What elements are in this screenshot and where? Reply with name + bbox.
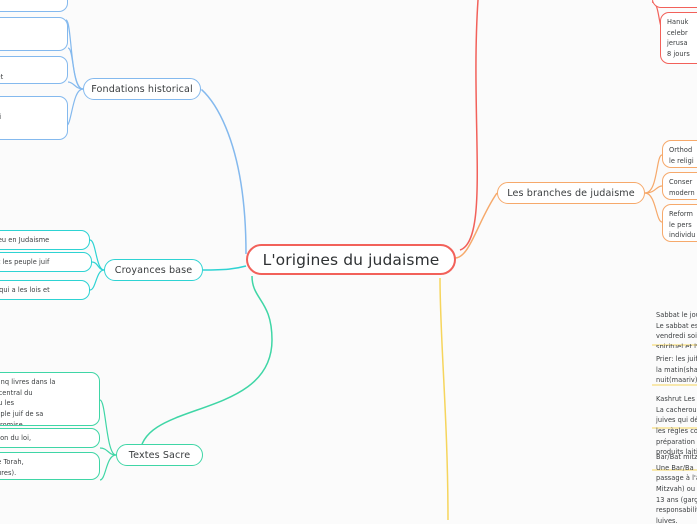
leaf-line: s de Dieu les: [0, 399, 15, 408]
leaf-node-conservateur[interactable]: Conser modern: [662, 172, 697, 200]
leaf-line: d'exod: [659, 0, 697, 4]
leaf-line: Kashrut Les r: [656, 395, 697, 403]
leaf-line: e du peuple juif de sa: [0, 410, 44, 419]
leaf-line: une dieu en Judaisme: [0, 236, 50, 244]
leaf-line: le pers: [669, 220, 692, 229]
leaf-node-prier[interactable]: Prier: les juifs la matin(shac nuit(maar…: [650, 350, 697, 384]
leaf-node-bar-bat-mitzvah[interactable]: Bar/Bat mitz Une Bar/Ba passage à l'â Mi…: [650, 448, 697, 524]
leaf-line: us Saul,: [0, 101, 61, 112]
leaf-line: le texte central du: [0, 388, 33, 397]
leaf-line: Bar/Bat mitz: [656, 453, 697, 461]
branch-node-fondations-historical[interactable]: Fondations historical: [83, 78, 201, 100]
leaf-line: les règles cor: [656, 427, 697, 436]
leaf-line: luives.: [656, 517, 678, 524]
leaf-line: n à Moïse et: [0, 61, 61, 72]
leaf-line: Reform: [669, 210, 694, 218]
leaf-node-kashrut[interactable]: Kashrut Les r La cacherou juives qui dét…: [650, 390, 697, 456]
leaf-line: Conser: [669, 178, 693, 186]
leaf-line: nuit(maariv): [656, 376, 697, 384]
branch-node-les-branches-de-judaisme[interactable]: Les branches de judaisme: [497, 182, 645, 204]
leaf-node-abraham[interactable]: l'époque: [0, 0, 68, 12]
leaf-line: vendredi soir: [656, 332, 697, 341]
leaf-line: aisme qui a les lois et: [0, 286, 50, 294]
leaf-line: spirituel et l'o: [656, 343, 697, 348]
leaf-line: Mitzvah) ou u: [656, 485, 697, 494]
leaf-line: ne.: [0, 43, 61, 50]
leaf-line: Une Bar/Ba: [656, 463, 694, 472]
mindmap-canvas: L'origines du judaisme Fondations histor…: [0, 0, 697, 524]
leaf-line: Le sabbat es: [656, 321, 697, 330]
leaf-line: et a atteint: [0, 122, 61, 133]
leaf-line: passage à l'â: [656, 474, 697, 483]
leaf-line: struit le: [0, 133, 61, 139]
leaf-line: celebr: [667, 28, 688, 37]
leaf-line: u avec le Torah,: [0, 458, 24, 466]
leaf-node-lois[interactable]: aisme qui a les lois et: [0, 280, 90, 300]
leaf-line: juives qui dét: [656, 416, 697, 425]
leaf-line: jerusa: [667, 39, 688, 48]
leaf-node-patriarchs[interactable]: braham, s patriarchs ne.: [0, 17, 68, 51]
leaf-node-un-dieu[interactable]: une dieu en Judaisme: [0, 230, 90, 250]
branch-node-textes-sacre[interactable]: Textes Sacre: [116, 444, 203, 466]
leaf-line: modern: [669, 188, 695, 197]
leaf-line: La cacherou: [656, 405, 697, 414]
leaf-node-saul[interactable]: us Saul, l a été établi et a atteint str…: [0, 96, 68, 140]
leaf-line: braham,: [0, 22, 61, 33]
leaf-line: préparation: [656, 437, 695, 446]
leaf-line: Prier: les juifs: [656, 355, 697, 363]
leaf-node-sabbat[interactable]: Sabbat le jour Le sabbat es vendredi soi…: [650, 306, 697, 348]
leaf-line: Orthod: [669, 146, 693, 154]
leaf-node-tanakh[interactable]: u avec le Torah, im(ecritures).: [0, 452, 100, 480]
leaf-line: 8 jours: [667, 50, 690, 59]
leaf-line: le religi: [669, 156, 694, 165]
leaf-line: dieu et les peuple juif: [0, 258, 50, 266]
root-node[interactable]: L'origines du judaisme: [246, 244, 456, 275]
leaf-line: a Terre promise.: [0, 420, 25, 426]
leaf-node-alliance[interactable]: dieu et les peuple juif: [0, 252, 92, 272]
leaf-line: individu: [669, 231, 696, 240]
leaf-node-exode[interactable]: d'exod: [652, 0, 697, 8]
leaf-line: l a été établi: [0, 112, 61, 123]
leaf-node-hanukkah[interactable]: Hanuk celebr jerusa 8 jours menor: [660, 12, 697, 64]
leaf-line: remier cinq livres dans la: [0, 378, 56, 386]
leaf-node-talmud[interactable]: erpretation du loi,: [0, 428, 100, 448]
leaf-node-reform[interactable]: Reform le pers individu: [662, 204, 697, 242]
leaf-line: im(ecritures).: [0, 468, 17, 477]
leaf-node-moise[interactable]: n à Moïse et dant la vie et: [0, 56, 68, 84]
leaf-line: Hanuk: [667, 18, 689, 26]
leaf-line: la matin(shac: [656, 365, 697, 374]
leaf-node-torah[interactable]: remier cinq livres dans la le texte cent…: [0, 372, 100, 426]
leaf-line: dant la vie et: [0, 72, 4, 81]
leaf-node-orthodoxe[interactable]: Orthod le religi: [662, 140, 697, 168]
leaf-line: responsabilit: [656, 506, 697, 515]
leaf-line: Sabbat le jour: [656, 311, 697, 319]
leaf-line: l'époque: [0, 0, 61, 8]
leaf-line: 13 ans (garço: [656, 495, 697, 504]
branch-node-croyances-base[interactable]: Croyances base: [104, 259, 203, 281]
leaf-line: s patriarchs: [0, 33, 61, 44]
leaf-line: erpretation du loi,: [0, 434, 32, 442]
leaf-line: menor: [667, 60, 697, 63]
